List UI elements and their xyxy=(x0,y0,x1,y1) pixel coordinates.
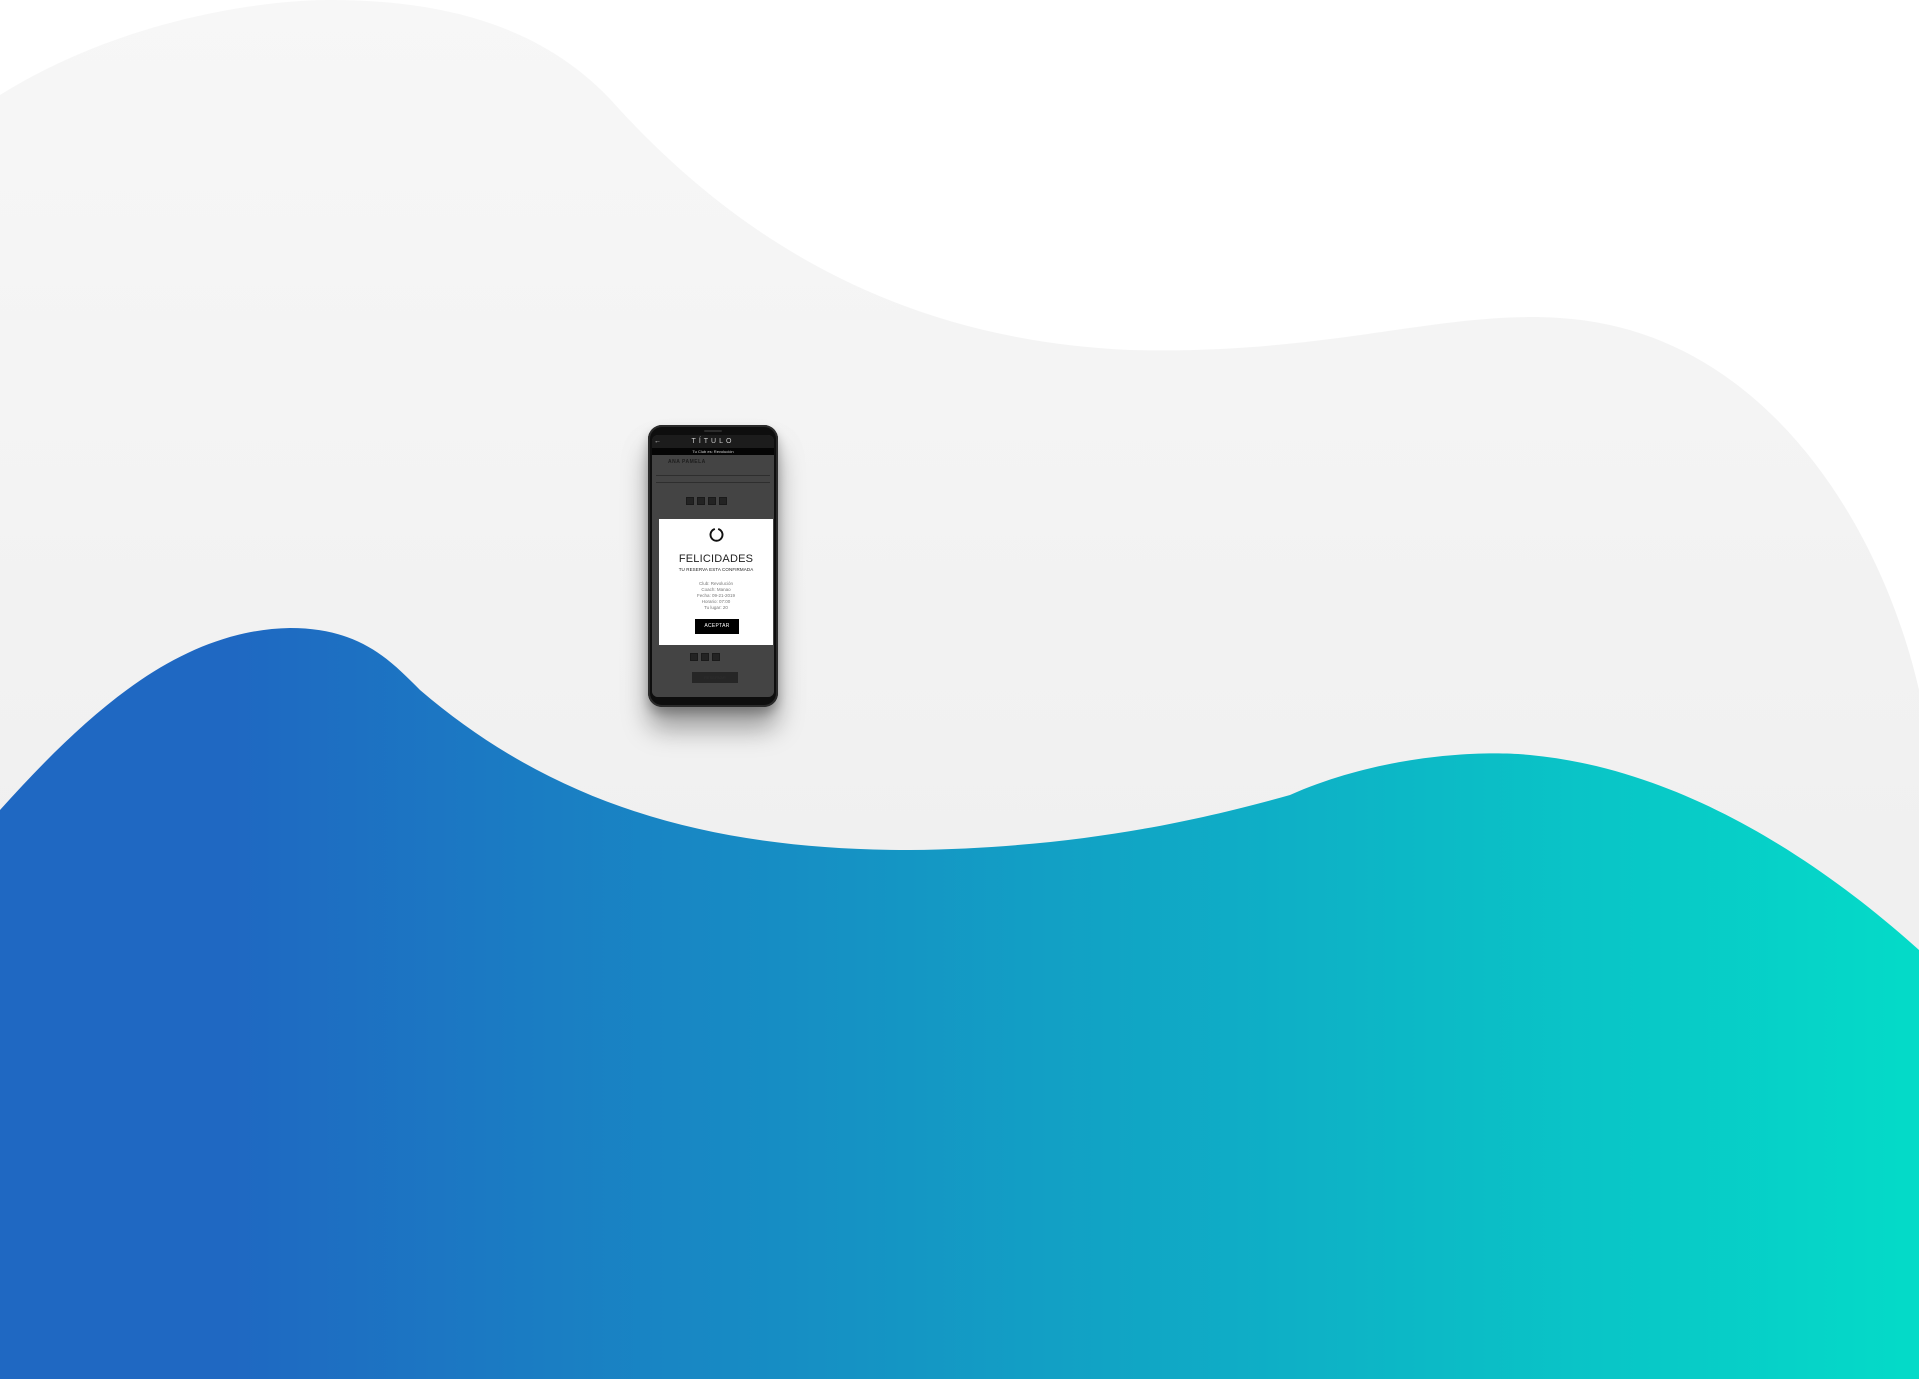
reservation-details: Club: Revolución Coach: Manao Fecha: 09-… xyxy=(659,581,773,611)
divider xyxy=(656,475,770,476)
presentation-canvas: ← TÍTULO Tu Club es: Revolución ANA PAME… xyxy=(0,0,1919,1379)
loading-ring-icon xyxy=(709,528,724,542)
arrow-left-icon[interactable]: ← xyxy=(654,435,661,448)
seat xyxy=(697,497,705,505)
smartphone-mockup: ← TÍTULO Tu Club es: Revolución ANA PAME… xyxy=(648,425,778,707)
phone-speaker xyxy=(704,430,722,432)
club-bar: Tu Club es: Revolución xyxy=(652,448,774,455)
detail-place: Tu lugar: 20 xyxy=(704,605,728,610)
phone-screen: ← TÍTULO Tu Club es: Revolución ANA PAME… xyxy=(652,435,774,697)
coach-name: ANA PAMELA xyxy=(668,459,706,465)
seat xyxy=(719,497,727,505)
app-header: ← TÍTULO xyxy=(652,435,774,448)
divider xyxy=(656,482,770,483)
seat xyxy=(690,653,698,661)
confirmation-dialog: FELICIDADES TU RESERVA ESTA CONFIRMADA C… xyxy=(659,519,773,645)
dialog-title: FELICIDADES xyxy=(678,553,754,565)
seat xyxy=(686,497,694,505)
reserve-button: RESERVAR xyxy=(692,672,738,683)
dialog-subtitle: TU RESERVA ESTA CONFIRMADA xyxy=(678,567,754,572)
seat xyxy=(712,653,720,661)
seat xyxy=(701,653,709,661)
accept-button[interactable]: ACEPTAR xyxy=(695,619,739,634)
seat xyxy=(708,497,716,505)
app-title: TÍTULO xyxy=(691,438,735,445)
background-waves xyxy=(0,0,1919,1379)
